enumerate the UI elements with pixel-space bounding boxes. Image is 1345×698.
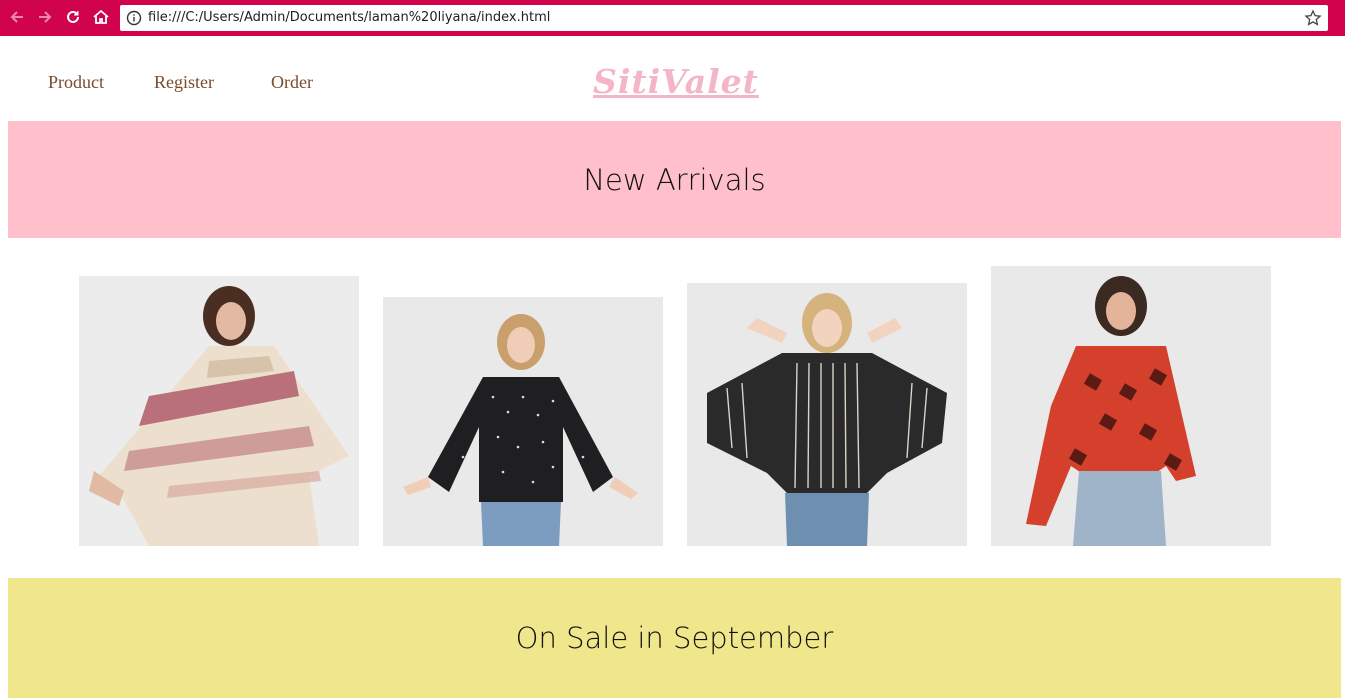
product-image-1[interactable] xyxy=(79,276,359,546)
product-image-4[interactable] xyxy=(991,266,1271,546)
info-icon[interactable] xyxy=(126,10,142,26)
product-image-2[interactable] xyxy=(383,297,663,546)
browser-toolbar: file:///C:/Users/Admin/Documents/laman%2… xyxy=(0,0,1345,36)
address-bar[interactable]: file:///C:/Users/Admin/Documents/laman%2… xyxy=(120,5,1328,31)
on-sale-banner: On Sale in September xyxy=(8,578,1341,698)
star-icon[interactable] xyxy=(1304,9,1322,27)
on-sale-title: On Sale in September xyxy=(515,621,834,655)
reload-icon[interactable] xyxy=(62,6,84,28)
forward-icon[interactable] xyxy=(34,6,56,28)
home-icon[interactable] xyxy=(90,6,112,28)
nav-link-order[interactable]: Order xyxy=(271,72,313,92)
site-header: Product Register Order SitiValet xyxy=(0,36,1345,121)
nav-link-register[interactable]: Register xyxy=(154,72,214,92)
nav-link-product[interactable]: Product xyxy=(48,72,104,92)
new-arrivals-title: New Arrivals xyxy=(583,162,766,197)
back-icon[interactable] xyxy=(6,6,28,28)
address-url[interactable]: file:///C:/Users/Admin/Documents/laman%2… xyxy=(148,10,550,26)
product-image-3[interactable] xyxy=(687,283,967,546)
new-arrivals-banner: New Arrivals xyxy=(8,121,1341,238)
brand-logo[interactable]: SitiValet xyxy=(593,62,759,102)
